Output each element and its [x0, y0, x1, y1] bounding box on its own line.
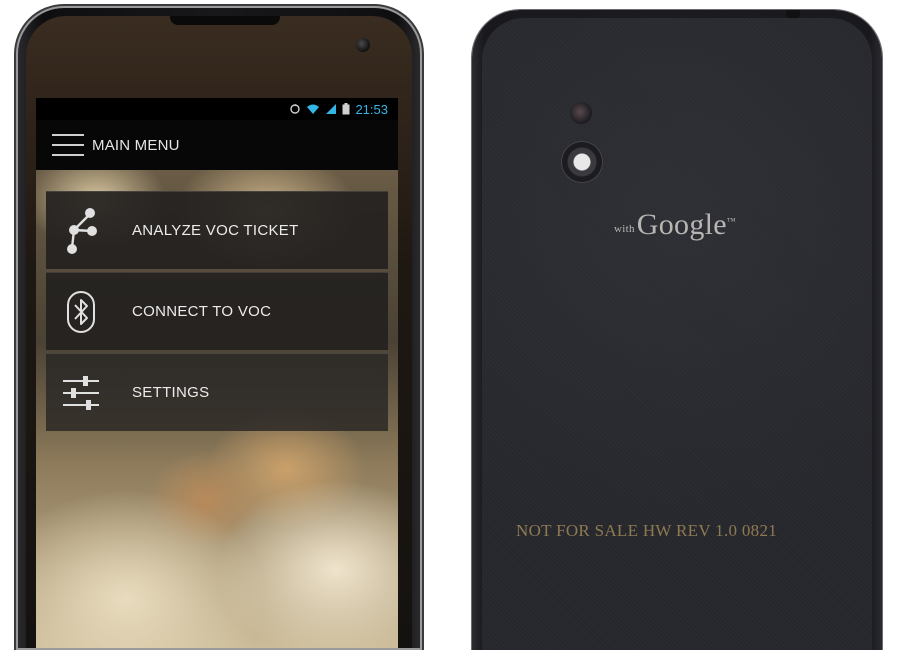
front-camera: [356, 38, 370, 52]
bluetooth-icon: [46, 284, 116, 340]
sliders-icon: [46, 365, 116, 421]
action-bar: MAIN MENU: [36, 120, 398, 170]
signal-icon: [326, 104, 337, 114]
phone-back: [472, 10, 882, 650]
hardware-label: NOT FOR SALE HW REV 1.0 0821: [516, 521, 778, 540]
menu-item-label: CONNECT TO VOC: [132, 303, 272, 320]
rear-camera-icon: [562, 142, 602, 182]
menu-item-connect-to-voc[interactable]: CONNECT TO VOC: [46, 272, 388, 350]
sync-icon: [290, 104, 301, 114]
back-brand-logo: with Google ™: [614, 208, 736, 242]
menu-item-label: SETTINGS: [132, 384, 210, 401]
brand-name: Google: [636, 208, 727, 241]
brand-tm: ™: [726, 216, 737, 226]
phone-screen: 21:53 MAIN MENU ANALYZE VOC TICKET CONNE…: [36, 98, 398, 648]
brand-prefix: with: [614, 223, 635, 235]
rear-sensor: [570, 102, 592, 124]
menu-item-settings[interactable]: SETTINGS: [46, 353, 388, 431]
hamburger-icon[interactable]: [52, 134, 84, 156]
headphone-jack: [786, 10, 800, 18]
battery-icon: [342, 103, 350, 115]
wifi-icon: [307, 104, 320, 114]
back-panel: [482, 18, 872, 650]
earpiece: [170, 16, 280, 25]
page-title: MAIN MENU: [92, 136, 180, 154]
share-nodes-icon: [46, 203, 116, 259]
status-time: 21:53: [355, 101, 388, 117]
menu-item-analyze-voc-ticket[interactable]: ANALYZE VOC TICKET: [46, 191, 388, 269]
phone-front: 21:53 MAIN MENU ANALYZE VOC TICKET CONNE…: [18, 8, 420, 648]
status-bar: 21:53: [36, 98, 398, 120]
main-menu: ANALYZE VOC TICKET CONNECT TO VOC SETTIN…: [46, 191, 388, 434]
menu-item-label: ANALYZE VOC TICKET: [132, 222, 299, 239]
